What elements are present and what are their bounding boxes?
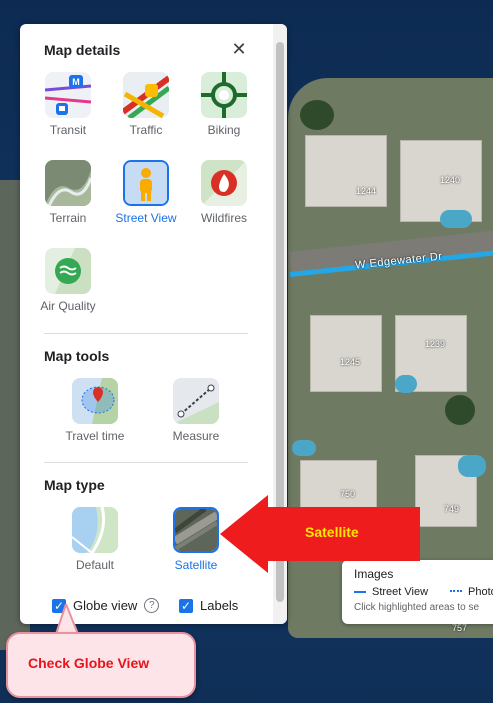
address-label: 1244 xyxy=(356,186,377,196)
address-label: 1245 xyxy=(340,357,361,367)
globe-view-label: Globe view xyxy=(73,598,138,613)
divider xyxy=(44,333,248,334)
street-view-label: Street View xyxy=(115,211,177,225)
map-detail-biking[interactable]: Biking xyxy=(189,72,259,137)
map-type-default[interactable]: Default xyxy=(60,507,130,572)
map-tool-measure[interactable]: Measure xyxy=(161,378,231,443)
photos-legend: Photo xyxy=(450,586,493,598)
wildfires-icon xyxy=(201,160,247,206)
wildfires-label: Wildfires xyxy=(200,211,247,225)
map-details-title: Map details xyxy=(44,42,121,58)
measure-label: Measure xyxy=(172,429,220,443)
measure-icon xyxy=(173,378,219,424)
biking-icon xyxy=(201,72,247,118)
map-type-title: Map type xyxy=(44,477,105,493)
map-detail-street-view[interactable]: Street View xyxy=(111,160,181,225)
map-detail-terrain[interactable]: Terrain xyxy=(33,160,103,225)
travel-time-label: Travel time xyxy=(65,429,125,443)
terrain-icon xyxy=(45,160,91,206)
transit-label: Transit xyxy=(49,123,87,137)
default-label: Default xyxy=(75,558,115,572)
address-label: 749 xyxy=(444,504,460,514)
labels-checkbox[interactable]: ✓ xyxy=(179,598,193,613)
globe-callout-text: Check Globe View xyxy=(28,655,150,671)
air-quality-icon xyxy=(45,248,91,294)
transit-icon: M xyxy=(45,72,91,118)
pool xyxy=(458,455,486,477)
street-view-legend: Street View xyxy=(354,586,428,598)
map-detail-transit[interactable]: M Transit xyxy=(33,72,103,137)
street-view-icon xyxy=(123,160,169,206)
address-label: 1240 xyxy=(440,175,461,185)
satellite-map-icon xyxy=(173,507,219,553)
house-roof xyxy=(305,135,387,207)
tree xyxy=(300,100,334,130)
traffic-icon xyxy=(123,72,169,118)
satellite-callout-text: Satellite xyxy=(305,524,359,540)
map-tools-title: Map tools xyxy=(44,348,110,364)
map-tool-travel-time[interactable]: Travel time xyxy=(60,378,130,443)
images-hint: Click highlighted areas to se xyxy=(354,602,480,613)
address-label: 1239 xyxy=(425,339,446,349)
address-label: 757 xyxy=(452,623,468,633)
traffic-label: Traffic xyxy=(129,123,163,137)
house-roof xyxy=(310,315,382,392)
map-detail-traffic[interactable]: Traffic xyxy=(111,72,181,137)
svg-text:M: M xyxy=(72,77,80,87)
default-map-icon xyxy=(72,507,118,553)
close-icon[interactable]: ✕ xyxy=(228,38,250,60)
labels-label: Labels xyxy=(200,598,239,613)
divider xyxy=(44,462,248,463)
map-detail-wildfires[interactable]: Wildfires xyxy=(189,160,259,225)
labels-toggle[interactable]: ✓ Labels xyxy=(179,598,238,613)
tree xyxy=(445,395,475,425)
map-detail-air-quality[interactable]: Air Quality xyxy=(33,248,103,313)
help-icon[interactable]: ? xyxy=(144,598,160,613)
pool xyxy=(440,210,472,228)
biking-label: Biking xyxy=(207,123,241,137)
pool xyxy=(395,375,417,393)
travel-time-icon xyxy=(72,378,118,424)
air-quality-label: Air Quality xyxy=(40,299,96,313)
terrain-label: Terrain xyxy=(49,211,87,225)
pool xyxy=(292,440,316,456)
